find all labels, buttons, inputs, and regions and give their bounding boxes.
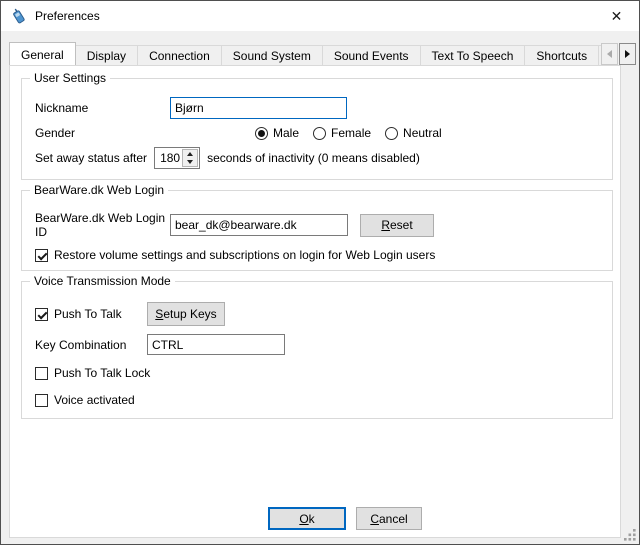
restore-checkbox-label: Restore volume settings and subscription… <box>54 248 435 262</box>
setup-keys-button[interactable]: Setup Keys <box>147 302 225 326</box>
away-spinner-value: 180 <box>155 148 181 168</box>
tab-bar: General Display Connection Sound System … <box>9 42 636 65</box>
weblogin-id-input[interactable] <box>170 214 348 236</box>
voice-activated-checkbox[interactable]: Voice activated <box>35 390 604 410</box>
away-spinner[interactable]: 180 <box>154 147 200 169</box>
spinner-down-button[interactable] <box>183 158 197 166</box>
tab-scroll-left-button[interactable] <box>601 43 618 65</box>
push-to-talk-label: Push To Talk <box>54 307 122 321</box>
group-web-login-title: BearWare.dk Web Login <box>30 183 168 197</box>
key-combination-input[interactable] <box>147 334 285 355</box>
radio-female-icon <box>313 127 326 140</box>
restore-checkbox-icon <box>35 249 48 262</box>
ok-button[interactable]: Ok <box>268 507 346 530</box>
radio-female[interactable]: Female <box>313 126 371 140</box>
tab-shortcuts[interactable]: Shortcuts <box>524 45 599 65</box>
spinner-up-icon <box>187 152 193 156</box>
teamtalk-icon <box>10 8 27 25</box>
tab-text-to-speech[interactable]: Text To Speech <box>420 45 526 65</box>
group-web-login: BearWare.dk Web Login BearWare.dk Web Lo… <box>21 190 613 271</box>
group-user-settings-title: User Settings <box>30 71 110 85</box>
tab-scroll-right-icon <box>625 50 630 58</box>
tab-pane-general: User Settings Nickname Gender Male Femal… <box>9 65 621 538</box>
away-suffix: seconds of inactivity (0 means disabled) <box>207 151 420 165</box>
nickname-input[interactable] <box>170 97 347 119</box>
cancel-button[interactable]: Cancel <box>356 507 422 530</box>
tab-general[interactable]: General <box>9 42 76 65</box>
radio-neutral[interactable]: Neutral <box>385 126 442 140</box>
voice-activated-checkbox-icon <box>35 394 48 407</box>
tabs-viewport: General Display Connection Sound System … <box>9 42 601 65</box>
window-title: Preferences <box>35 9 100 23</box>
push-to-talk-lock-checkbox[interactable]: Push To Talk Lock <box>35 363 604 383</box>
away-spinner-buttons <box>182 149 198 167</box>
tab-sound-events[interactable]: Sound Events <box>322 45 421 65</box>
push-to-talk-checkbox[interactable]: Push To Talk <box>35 307 147 321</box>
preferences-window: Preferences ✕ General Display Connection… <box>0 0 640 545</box>
gender-label: Gender <box>35 126 170 140</box>
close-icon: ✕ <box>611 8 623 25</box>
tab-connection[interactable]: Connection <box>137 45 222 65</box>
restore-checkbox[interactable]: Restore volume settings and subscription… <box>35 245 604 265</box>
push-to-talk-checkbox-icon <box>35 308 48 321</box>
gender-radio-group: Male Female Neutral <box>255 126 442 140</box>
group-user-settings: User Settings Nickname Gender Male Femal… <box>21 78 613 180</box>
nickname-label: Nickname <box>35 101 170 115</box>
group-voice-transmission: Voice Transmission Mode Push To Talk Set… <box>21 281 613 419</box>
voice-activated-label: Voice activated <box>54 393 135 407</box>
tab-display[interactable]: Display <box>75 45 138 65</box>
spinner-up-button[interactable] <box>183 150 197 158</box>
spinner-down-icon <box>187 160 193 164</box>
radio-neutral-icon <box>385 127 398 140</box>
group-voice-transmission-title: Voice Transmission Mode <box>30 274 175 288</box>
push-to-talk-lock-label: Push To Talk Lock <box>54 366 150 380</box>
radio-male-icon <box>255 127 268 140</box>
close-button[interactable]: ✕ <box>594 1 639 31</box>
dialog-buttons: Ok Cancel <box>49 507 640 532</box>
radio-male[interactable]: Male <box>255 126 299 140</box>
weblogin-id-label: BearWare.dk Web Login ID <box>35 211 170 239</box>
tab-sound-system[interactable]: Sound System <box>221 45 323 65</box>
push-to-talk-lock-checkbox-icon <box>35 367 48 380</box>
reset-button[interactable]: Reset <box>360 214 434 237</box>
key-combination-label: Key Combination <box>35 338 147 352</box>
titlebar[interactable]: Preferences ✕ <box>1 1 639 31</box>
tab-scroll-left-icon <box>607 50 612 58</box>
away-label: Set away status after <box>35 151 147 165</box>
tab-scroll-right-button[interactable] <box>619 43 636 65</box>
